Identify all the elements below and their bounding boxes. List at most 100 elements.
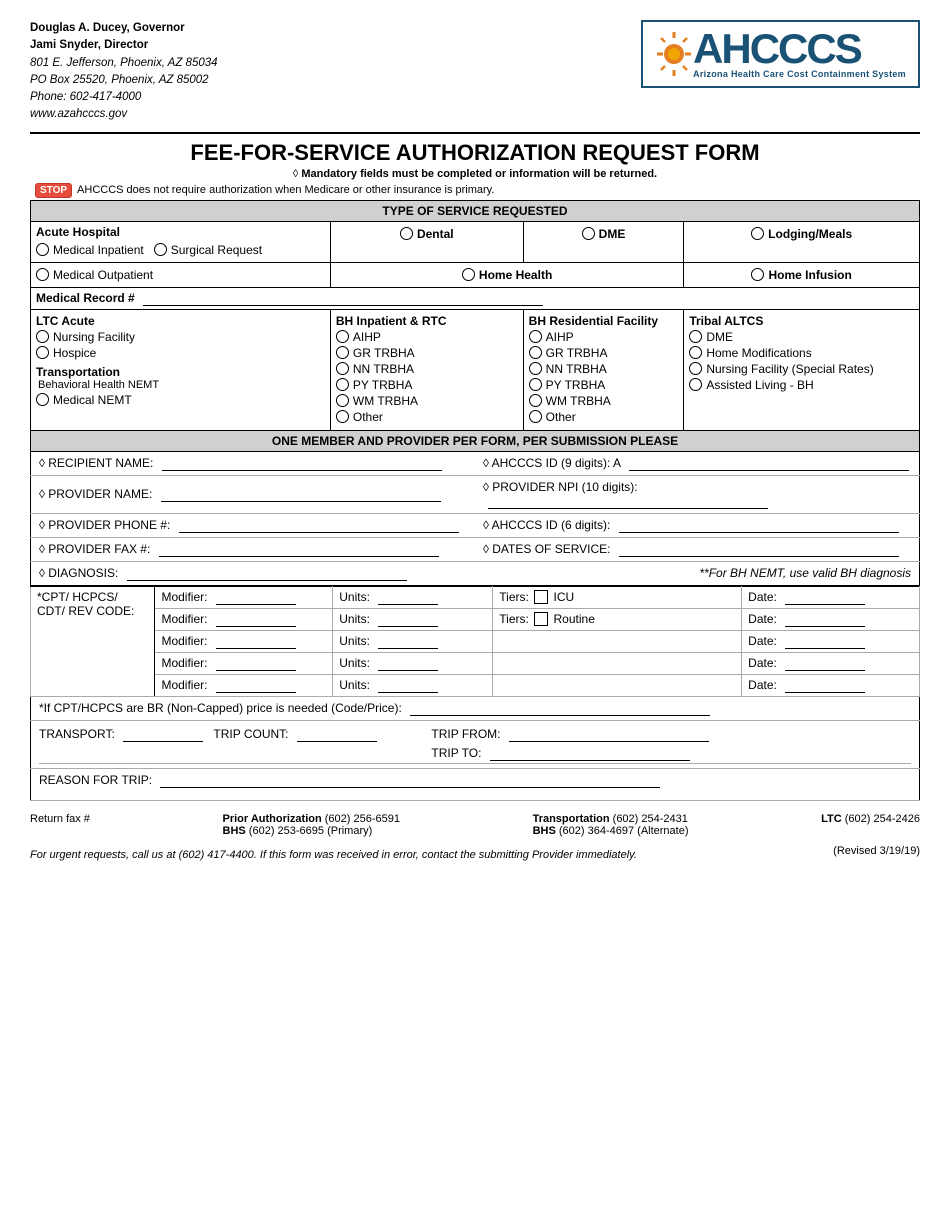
- units-1-field[interactable]: [378, 590, 438, 605]
- tiers-1-box[interactable]: [534, 590, 548, 604]
- bh-other-radio[interactable]: [336, 410, 349, 423]
- res-aihp-option[interactable]: AIHP: [529, 330, 679, 344]
- res-gr-trbha-radio[interactable]: [529, 346, 542, 359]
- dates-of-service-field[interactable]: [619, 542, 899, 557]
- bh-wm-trbha-option[interactable]: WM TRBHA: [336, 394, 518, 408]
- cpt-note-field[interactable]: [410, 701, 710, 716]
- cpt-note-row: *If CPT/HCPCS are BR (Non-Capped) price …: [31, 697, 920, 721]
- bh-gr-trbha-option[interactable]: GR TRBHA: [336, 346, 518, 360]
- tribal-dme-option[interactable]: DME: [689, 330, 914, 344]
- recipient-name-field[interactable]: [162, 456, 442, 471]
- res-other-radio[interactable]: [529, 410, 542, 423]
- provider-name-field[interactable]: [161, 487, 441, 502]
- nursing-special-option[interactable]: Nursing Facility (Special Rates): [689, 362, 914, 376]
- modifier-3-field[interactable]: [216, 634, 296, 649]
- trip-from-field[interactable]: [509, 727, 709, 742]
- nursing-facility-radio[interactable]: [36, 330, 49, 343]
- ahcccs-id-6-field[interactable]: [619, 518, 899, 533]
- modifier-4-field[interactable]: [216, 656, 296, 671]
- bh-py-trbha-radio[interactable]: [336, 378, 349, 391]
- bh-nn-trbha-option[interactable]: NN TRBHA: [336, 362, 518, 376]
- date-1-field[interactable]: [785, 590, 865, 605]
- modifier-1-field[interactable]: [216, 590, 296, 605]
- bh-wm-trbha-radio[interactable]: [336, 394, 349, 407]
- hospice-option[interactable]: Hospice: [36, 346, 325, 360]
- res-py-trbha-radio[interactable]: [529, 378, 542, 391]
- res-other-option[interactable]: Other: [529, 410, 679, 424]
- bh-aihp-radio[interactable]: [336, 330, 349, 343]
- nursing-facility-option[interactable]: Nursing Facility: [36, 330, 325, 344]
- bh-py-trbha-option[interactable]: PY TRBHA: [336, 378, 518, 392]
- bh-nn-trbha-radio[interactable]: [336, 362, 349, 375]
- tiers-2-box[interactable]: [534, 612, 548, 626]
- modifier-5-field[interactable]: [216, 678, 296, 693]
- trip-count-label: TRIP COUNT:: [213, 727, 288, 741]
- date-5-field[interactable]: [785, 678, 865, 693]
- modifier-2-field[interactable]: [216, 612, 296, 627]
- units-4-field[interactable]: [378, 656, 438, 671]
- surgical-request-radio[interactable]: [154, 243, 167, 256]
- assisted-living-radio[interactable]: [689, 378, 702, 391]
- bh-gr-trbha-radio[interactable]: [336, 346, 349, 359]
- medical-record-field[interactable]: [143, 291, 543, 306]
- res-wm-trbha-option[interactable]: WM TRBHA: [529, 394, 679, 408]
- assisted-living-option[interactable]: Assisted Living - BH: [689, 378, 914, 392]
- home-health-radio[interactable]: [462, 268, 475, 281]
- provider-npi-field[interactable]: [488, 494, 768, 509]
- home-mod-label: Home Modifications: [706, 346, 811, 360]
- medical-outpatient-option[interactable]: Medical Outpatient: [36, 268, 325, 282]
- medical-nemt-radio[interactable]: [36, 393, 49, 406]
- home-mod-option[interactable]: Home Modifications: [689, 346, 914, 360]
- home-infusion-radio[interactable]: [751, 268, 764, 281]
- medical-inpatient-radio[interactable]: [36, 243, 49, 256]
- home-health-cell: Home Health: [330, 262, 683, 287]
- home-mod-radio[interactable]: [689, 346, 702, 359]
- medical-nemt-option[interactable]: Medical NEMT: [36, 393, 325, 407]
- bh-other-option[interactable]: Other: [336, 410, 518, 424]
- dme-radio[interactable]: [582, 227, 595, 240]
- provider-fax-field[interactable]: [159, 542, 439, 557]
- medical-outpatient-radio[interactable]: [36, 268, 49, 281]
- form-title: FEE-FOR-SERVICE AUTHORIZATION REQUEST FO…: [30, 140, 920, 166]
- nursing-special-radio[interactable]: [689, 362, 702, 375]
- header: Douglas A. Ducey, Governor Jami Snyder, …: [30, 20, 920, 124]
- lodging-option[interactable]: Lodging/Meals: [689, 227, 914, 241]
- transport-field[interactable]: [123, 727, 203, 742]
- units-1-label: Units:: [339, 590, 370, 604]
- res-py-trbha-option[interactable]: PY TRBHA: [529, 378, 679, 392]
- trip-to-field[interactable]: [490, 746, 690, 761]
- res-nn-trbha-radio[interactable]: [529, 362, 542, 375]
- res-gr-trbha-option[interactable]: GR TRBHA: [529, 346, 679, 360]
- dental-option[interactable]: Dental: [336, 227, 518, 241]
- provider-phone-field[interactable]: [179, 518, 459, 533]
- dental-radio[interactable]: [400, 227, 413, 240]
- diagnosis-field[interactable]: [127, 566, 407, 581]
- units-3-field[interactable]: [378, 634, 438, 649]
- date-1-label: Date:: [748, 590, 777, 604]
- footer-fax: Return fax # Prior Authorization (602) 2…: [30, 809, 920, 841]
- tribal-dme-radio[interactable]: [689, 330, 702, 343]
- hospice-radio[interactable]: [36, 346, 49, 359]
- dme-option[interactable]: DME: [529, 227, 679, 241]
- surgical-request-option[interactable]: Surgical Request: [154, 243, 262, 257]
- date-2-field[interactable]: [785, 612, 865, 627]
- units-5-field[interactable]: [378, 678, 438, 693]
- res-wm-trbha-radio[interactable]: [529, 394, 542, 407]
- lodging-radio[interactable]: [751, 227, 764, 240]
- icu-label: ICU: [554, 590, 575, 604]
- res-aihp-radio[interactable]: [529, 330, 542, 343]
- date-3-field[interactable]: [785, 634, 865, 649]
- ahcccs-id-9-field[interactable]: [629, 456, 909, 471]
- res-nn-trbha-option[interactable]: NN TRBHA: [529, 362, 679, 376]
- units-2-field[interactable]: [378, 612, 438, 627]
- bh-aihp-option[interactable]: AIHP: [336, 330, 518, 344]
- home-health-option[interactable]: Home Health: [336, 268, 678, 282]
- tiers-2-label: Tiers:: [499, 612, 529, 626]
- reason-field[interactable]: [160, 773, 660, 788]
- medical-inpatient-option[interactable]: Medical Inpatient: [36, 243, 144, 257]
- home-infusion-option[interactable]: Home Infusion: [689, 268, 914, 282]
- assisted-living-label: Assisted Living - BH: [706, 378, 813, 392]
- trip-count-field[interactable]: [297, 727, 377, 742]
- date-4-field[interactable]: [785, 656, 865, 671]
- bh-nn-trbha-label: NN TRBHA: [353, 362, 414, 376]
